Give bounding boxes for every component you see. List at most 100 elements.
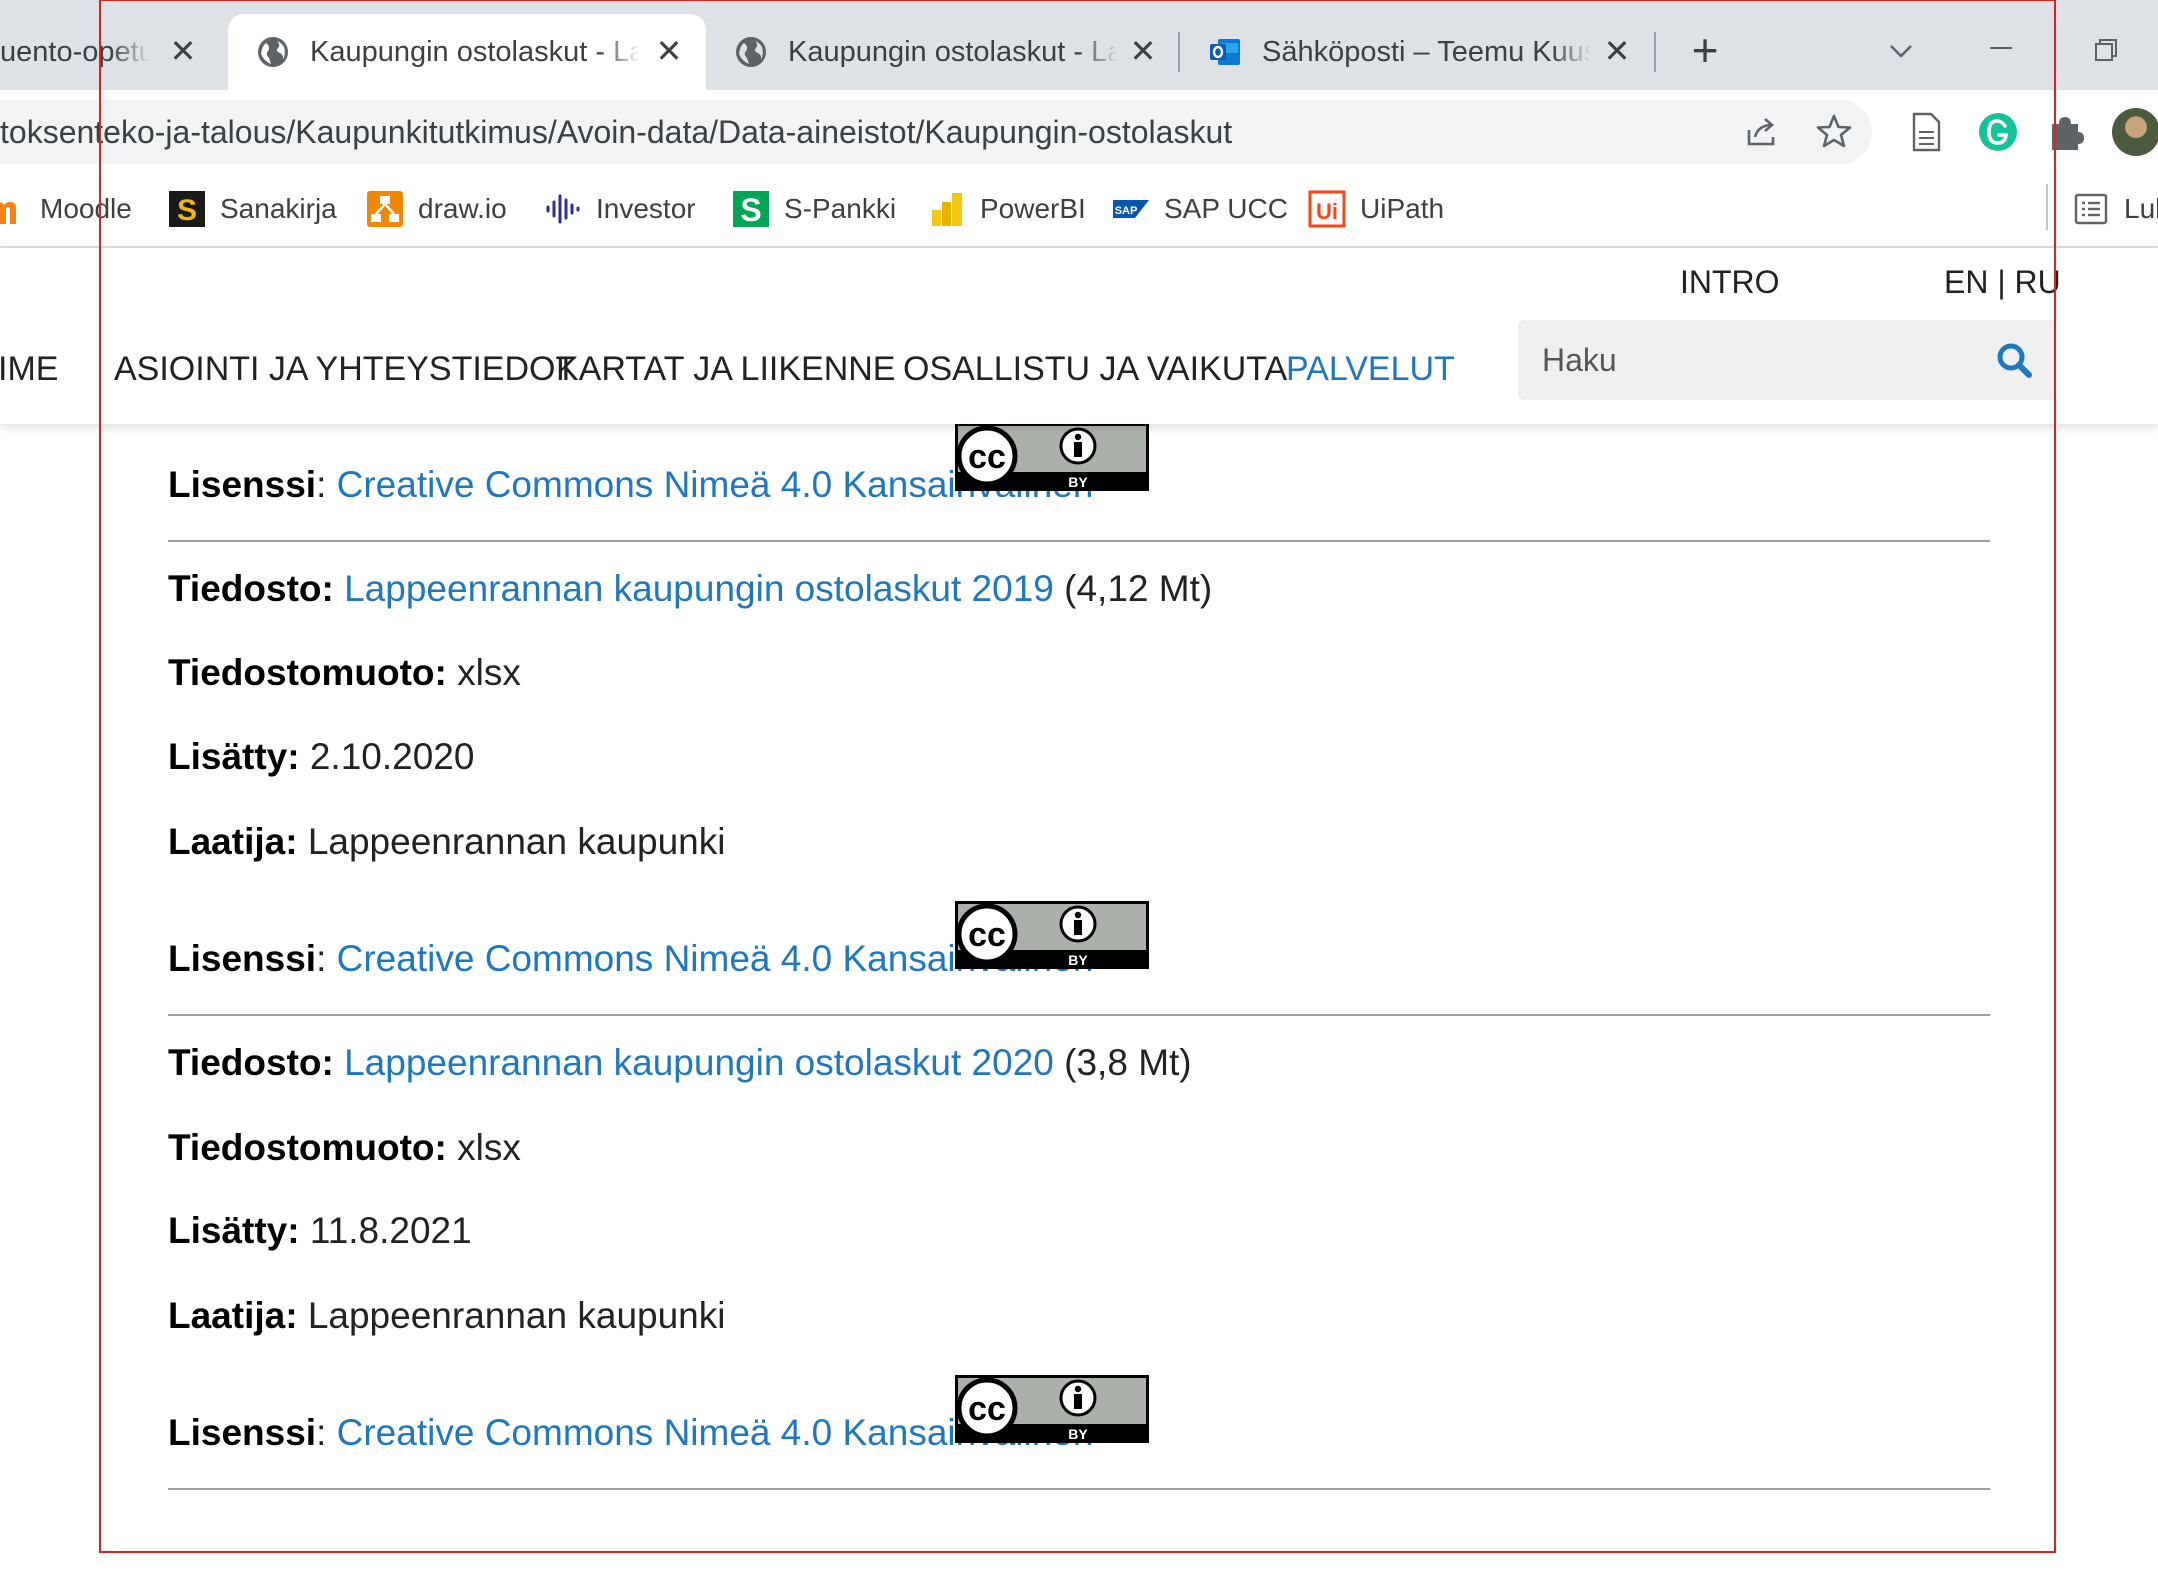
bookmark-label: Sanakirja bbox=[220, 193, 337, 224]
cc-by-badge[interactable]: cc BY bbox=[954, 422, 1150, 492]
content-area: Lisenssi: Creative Commons Nimeä 4.0 Kan… bbox=[0, 422, 2158, 1580]
tab-title: Kaupungin ostolaskut - Lappeenranta bbox=[788, 33, 1118, 71]
nav-item-koti[interactable]: IME bbox=[0, 350, 58, 389]
bookmark-separator bbox=[2046, 184, 2048, 230]
file-link[interactable]: Lappeenrannan kaupungin ostolaskut 2019 bbox=[344, 568, 1054, 609]
cc-by-icon: cc BY bbox=[955, 423, 1149, 491]
intro-link[interactable]: INTRO bbox=[1680, 264, 1780, 301]
bookmark-s-pankki[interactable]: S S-Pankki bbox=[732, 186, 896, 232]
file-label: Tiedosto: bbox=[168, 1042, 334, 1083]
restore-icon[interactable] bbox=[2080, 26, 2130, 76]
browser-toolbar: toksenteko-ja-talous/Kaupunkitutkimus/Av… bbox=[0, 90, 2158, 174]
cc-by-icon: cc BY bbox=[955, 901, 1149, 969]
added-value: 11.8.2021 bbox=[309, 1210, 472, 1251]
close-tab-icon[interactable]: ✕ bbox=[1602, 35, 1632, 67]
bookmark-uipath[interactable]: Ui UiPath bbox=[1308, 186, 1444, 232]
share-icon[interactable] bbox=[1740, 110, 1784, 154]
bookmark-label: S-Pankki bbox=[784, 193, 897, 224]
nav-item-asiointi[interactable]: ASIOINTI JA YHTEYSTIEDOT bbox=[114, 350, 576, 389]
powerbi-icon bbox=[932, 193, 962, 226]
bookmark-star-icon[interactable] bbox=[1812, 110, 1856, 154]
tab-ostolaskut-active[interactable]: Kaupungin ostolaskut - Lappeenranta ✕ bbox=[228, 14, 706, 90]
globe-icon bbox=[258, 37, 288, 67]
bookmark-label: SAP UCC bbox=[1164, 193, 1288, 224]
nav-item-palvelut[interactable]: PALVELUT bbox=[1286, 350, 1455, 389]
divider bbox=[168, 540, 1990, 542]
file-link[interactable]: Lappeenrannan kaupungin ostolaskut 2020 bbox=[344, 1042, 1054, 1083]
tab-title: Sähköposti – Teemu Kuusisto bbox=[1262, 33, 1592, 71]
sap-icon: SAP bbox=[1113, 200, 1149, 218]
bookmark-label: draw.io bbox=[418, 193, 507, 224]
tab-separator bbox=[1654, 32, 1656, 72]
svg-text:SAP: SAP bbox=[1115, 205, 1138, 217]
svg-text:S: S bbox=[177, 194, 197, 227]
cc-by-badge[interactable]: cc BY bbox=[954, 900, 1150, 970]
bookmark-drawio[interactable]: draw.io bbox=[366, 186, 507, 232]
moodle-icon bbox=[0, 202, 16, 224]
tab-search-chevron-icon[interactable] bbox=[1876, 26, 1926, 76]
format-label: Tiedostomuoto: bbox=[168, 1127, 447, 1168]
search-icon[interactable] bbox=[1994, 340, 2034, 380]
author-value: Lappeenrannan kaupunki bbox=[307, 821, 726, 862]
document-extension-icon[interactable] bbox=[1904, 110, 1948, 154]
added-row: Lisätty: 2.10.2020 bbox=[168, 736, 474, 778]
reading-list-button[interactable]: Luk bbox=[2072, 186, 2158, 232]
minimize-icon[interactable] bbox=[1976, 26, 2026, 76]
bookmark-sap-ucc[interactable]: SAP SAP UCC bbox=[1112, 186, 1288, 232]
profile-avatar[interactable] bbox=[2112, 108, 2158, 156]
divider bbox=[168, 1488, 1990, 1490]
close-tab-icon[interactable]: ✕ bbox=[654, 35, 684, 67]
added-label: Lisätty: bbox=[168, 736, 300, 777]
grammarly-icon[interactable] bbox=[1976, 110, 2020, 154]
added-label: Lisätty: bbox=[168, 1210, 300, 1251]
format-label: Tiedostomuoto: bbox=[168, 652, 447, 693]
investor-icon bbox=[546, 194, 580, 224]
cc-by-icon: cc BY bbox=[955, 1375, 1149, 1443]
nav-item-kartat[interactable]: KARTAT JA LIIKENNE bbox=[556, 350, 896, 389]
bookmark-label: Investor bbox=[596, 193, 696, 224]
tab-luento-opetus[interactable]: uento-opetus ✕ bbox=[0, 14, 220, 90]
tab-strip: uento-opetus ✕ Kaupungin ostolaskut - La… bbox=[0, 0, 2158, 90]
reading-list-icon bbox=[2074, 193, 2108, 225]
drawio-icon bbox=[367, 191, 403, 227]
bookmark-label: UiPath bbox=[1360, 193, 1445, 224]
cc-by-badge[interactable]: cc BY bbox=[954, 1374, 1150, 1444]
uipath-icon: Ui bbox=[1308, 190, 1346, 228]
bookmark-label: Moodle bbox=[40, 193, 132, 224]
new-tab-button[interactable]: + bbox=[1680, 26, 1730, 76]
author-label: Laatija: bbox=[168, 821, 298, 862]
url-text[interactable]: toksenteko-ja-talous/Kaupunkitutkimus/Av… bbox=[0, 112, 1232, 152]
bookmark-sanakirja[interactable]: S Sanakirja bbox=[168, 186, 337, 232]
tab-title: Kaupungin ostolaskut - Lappeenranta bbox=[310, 33, 640, 71]
close-tab-icon[interactable]: ✕ bbox=[168, 35, 198, 67]
file-size: (3,8 Mt) bbox=[1064, 1042, 1192, 1083]
nav-item-osallistu[interactable]: OSALLISTU JA VAIKUTA bbox=[903, 350, 1287, 389]
file-row: Tiedosto: Lappeenrannan kaupungin ostola… bbox=[168, 1042, 1192, 1084]
by-text: BY bbox=[1068, 474, 1088, 490]
bookmark-moodle[interactable]: Moodle bbox=[0, 186, 132, 232]
colon: : bbox=[316, 938, 337, 979]
s-pankki-icon: S bbox=[733, 191, 769, 228]
format-value: xlsx bbox=[457, 652, 521, 693]
close-tab-icon[interactable]: ✕ bbox=[1128, 35, 1158, 67]
bookmark-powerbi[interactable]: PowerBI bbox=[928, 186, 1086, 232]
license-label: Lisenssi bbox=[168, 938, 317, 979]
divider bbox=[168, 1014, 1990, 1016]
bookmarks-bar: Moodle S Sanakirja draw.io Investor S S-… bbox=[0, 174, 2158, 248]
author-value: Lappeenrannan kaupunki bbox=[307, 1295, 726, 1336]
svg-text:S: S bbox=[740, 192, 761, 228]
license-label: Lisenssi bbox=[168, 464, 317, 505]
by-text: BY bbox=[1068, 1426, 1088, 1442]
format-row: Tiedostomuoto: xlsx bbox=[168, 1127, 521, 1169]
tab-outlook[interactable]: Sähköposti – Teemu Kuusisto ✕ bbox=[1180, 14, 1654, 90]
address-bar[interactable]: toksenteko-ja-talous/Kaupunkitutkimus/Av… bbox=[0, 100, 1872, 164]
extensions-puzzle-icon[interactable] bbox=[2044, 110, 2088, 154]
added-value: 2.10.2020 bbox=[309, 736, 475, 777]
format-row: Tiedostomuoto: xlsx bbox=[168, 652, 521, 694]
bookmark-investor[interactable]: Investor bbox=[544, 186, 696, 232]
tab-ostolaskut[interactable]: Kaupungin ostolaskut - Lappeenranta ✕ bbox=[706, 14, 1180, 90]
search-input[interactable] bbox=[1540, 334, 1964, 386]
language-links[interactable]: EN | RU bbox=[1944, 264, 2061, 301]
file-row: Tiedosto: Lappeenrannan kaupungin ostola… bbox=[168, 568, 1212, 610]
outlook-icon bbox=[1210, 39, 1240, 65]
